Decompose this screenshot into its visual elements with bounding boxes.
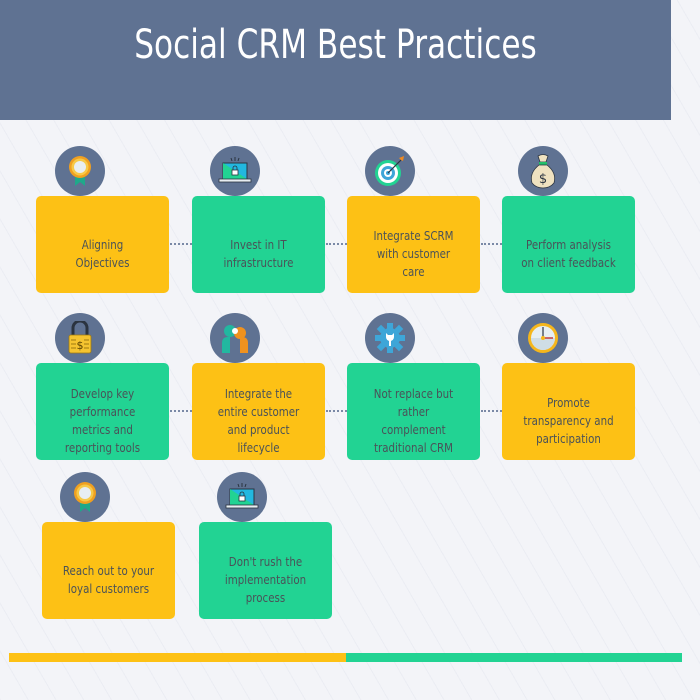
step-card: Not replace but rather complement tradit… (347, 363, 480, 460)
step-card: Perform analysis on client feedback (502, 196, 635, 293)
connector (481, 243, 502, 245)
step-label: Integrate SCRM with customer care (373, 227, 454, 279)
step-card: Aligning Objectives (36, 196, 169, 293)
svg-text:$: $ (539, 172, 547, 187)
footer-bar-yellow-segment (9, 653, 346, 662)
svg-text:$: $ (77, 339, 84, 352)
award-ribbon-icon (55, 146, 105, 196)
step-card: Integrate the entire customer and produc… (192, 363, 325, 460)
connector (170, 410, 192, 412)
step-card: Develop key performance metrics and repo… (36, 363, 169, 460)
clock-icon (518, 313, 568, 363)
people-talking-icon (210, 313, 260, 363)
step-label: Promote transparency and participation (523, 394, 614, 446)
step-card: Reach out to your loyal customers (42, 522, 175, 619)
step-card: Don't rush the implementation process (199, 522, 332, 619)
step-label: Don't rush the implementation process (224, 553, 307, 605)
money-bag-icon: $ (518, 146, 568, 196)
header-banner: Social CRM Best Practices (0, 0, 671, 120)
step-label: Integrate the entire customer and produc… (217, 385, 300, 455)
step-card: Promote transparency and participation (502, 363, 635, 460)
step-card: Invest in IT infrastructure (192, 196, 325, 293)
laptop-lock-icon (210, 146, 260, 196)
step-label: Invest in IT infrastructure (223, 236, 294, 270)
connector (326, 243, 347, 245)
step-label: Aligning Objectives (75, 236, 130, 270)
footer-bar-green-segment (345, 653, 682, 662)
padlock-dollar-icon: $ (55, 313, 105, 363)
page-title: Social CRM Best Practices (134, 22, 537, 68)
step-card: Integrate SCRM with customer care (347, 196, 480, 293)
step-label: Perform analysis on client feedback (521, 236, 616, 270)
connector (170, 243, 192, 245)
step-label: Develop key performance metrics and repo… (64, 385, 141, 455)
connector (326, 410, 347, 412)
award-ribbon-icon (60, 472, 110, 522)
laptop-lock-icon (217, 472, 267, 522)
step-label: Not replace but rather complement tradit… (373, 385, 454, 455)
gear-wrench-icon (365, 313, 415, 363)
footer-bar (9, 653, 682, 662)
target-arrow-icon (365, 146, 415, 196)
step-label: Reach out to your loyal customers (62, 562, 155, 596)
connector (481, 410, 502, 412)
